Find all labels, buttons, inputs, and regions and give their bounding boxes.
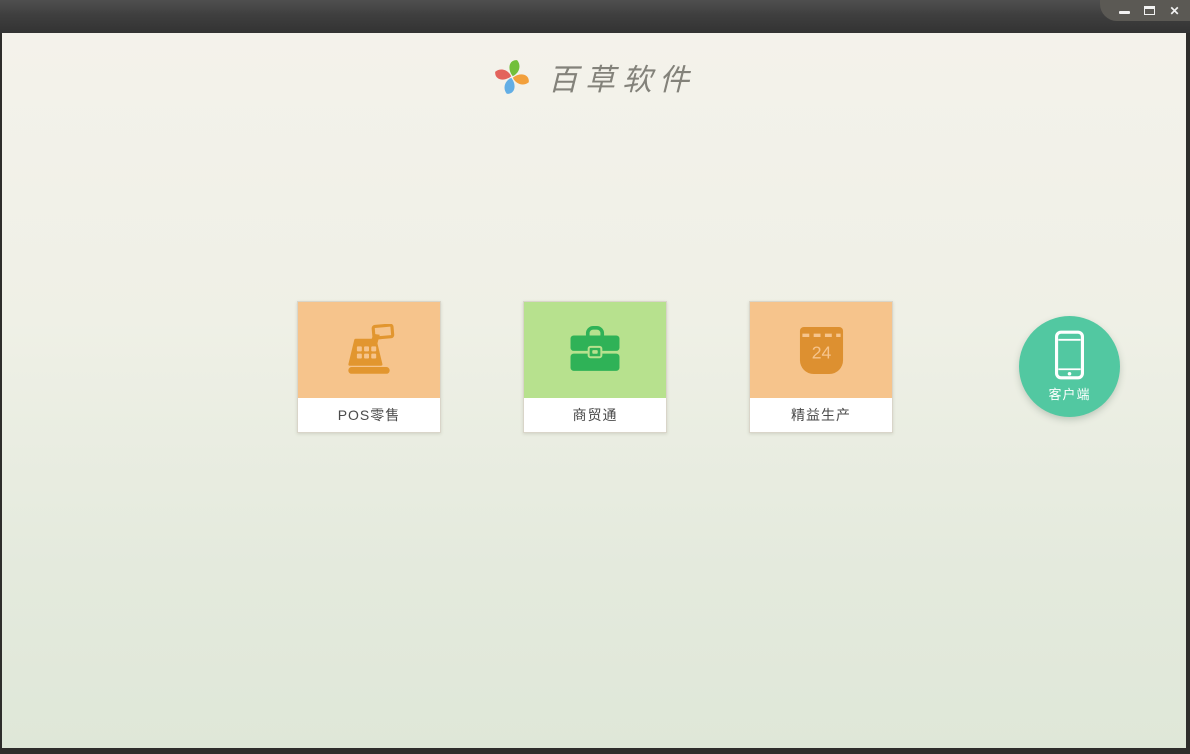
calendar-day-number: 24 — [811, 342, 831, 362]
product-label: 商贸通 — [524, 398, 666, 432]
close-button[interactable]: ✕ — [1168, 4, 1181, 17]
app-title: 百草软件 — [548, 63, 696, 98]
brand-header: 百草软件 — [2, 55, 1186, 99]
product-card-lean[interactable]: 24 精益生产 — [749, 301, 893, 433]
product-tile-pos — [298, 302, 440, 398]
application-window: ✕ 百草软件 POS零售 商贸通 24 精益生产 客户端 — [0, 0, 1190, 754]
product-label: POS零售 — [298, 398, 440, 432]
product-label: 精益生产 — [750, 398, 892, 432]
product-card-pos[interactable]: POS零售 — [297, 301, 441, 433]
cash-register-icon — [348, 324, 395, 374]
product-card-trade[interactable]: 商贸通 — [523, 301, 667, 433]
close-icon: ✕ — [1169, 3, 1180, 18]
pinwheel-logo-icon — [495, 60, 529, 94]
minimize-icon — [1119, 10, 1130, 14]
product-tile-lean: 24 — [750, 302, 892, 398]
maximize-button[interactable] — [1143, 4, 1156, 17]
briefcase-icon — [570, 325, 620, 371]
main-content: 百草软件 POS零售 商贸通 24 精益生产 客户端 — [2, 33, 1186, 748]
mobile-client-label: 客户端 — [1048, 387, 1091, 402]
product-tile-trade — [524, 302, 666, 398]
titlebar[interactable]: ✕ — [0, 0, 1190, 33]
smartphone-icon — [1054, 330, 1085, 380]
maximize-icon — [1144, 6, 1155, 15]
mobile-client-button[interactable]: 客户端 — [1019, 316, 1120, 417]
calendar-icon: 24 — [799, 326, 843, 374]
minimize-button[interactable] — [1118, 4, 1131, 17]
window-controls: ✕ — [1100, 0, 1190, 21]
